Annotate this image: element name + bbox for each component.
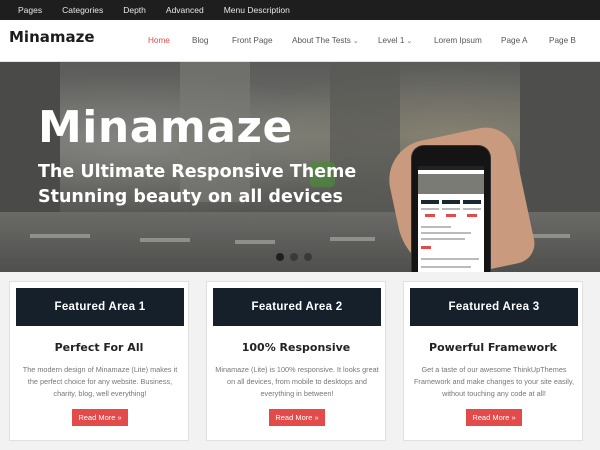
read-more-button[interactable]: Read More » xyxy=(466,409,522,426)
phone-screen-button xyxy=(467,214,477,217)
road-marking xyxy=(235,240,275,244)
top-menu-item-depth[interactable]: Depth xyxy=(123,5,146,15)
featured-card-heading: Featured Area 2 xyxy=(213,288,381,326)
road-marking xyxy=(330,237,375,241)
hero-subtitle-line-2: Stunning beauty on all devices xyxy=(38,187,343,207)
phone-screen-box xyxy=(463,200,481,204)
featured-card-text: Minamaze (Lite) is 100% responsive. It l… xyxy=(215,365,379,398)
nav-item-label: Front Page xyxy=(232,36,273,45)
slider-dot-1[interactable] xyxy=(276,253,284,261)
nav-item-about-the-tests[interactable]: About The Tests ⌄ xyxy=(292,36,359,45)
nav-item-blog[interactable]: Blog xyxy=(192,36,208,45)
featured-card-text: The modern design of Minamaze (Lite) mak… xyxy=(22,365,178,398)
nav-item-level-1[interactable]: Level 1 ⌄ xyxy=(378,36,412,45)
hero-subtitle-line-1: The Ultimate Responsive Theme xyxy=(38,162,357,182)
nav-item-label: About The Tests xyxy=(292,36,351,45)
chevron-down-icon: ⌄ xyxy=(352,38,359,45)
nav-item-home[interactable]: Home xyxy=(148,36,170,45)
phone-screen xyxy=(418,166,484,272)
nav-item-label: Page B xyxy=(549,36,576,45)
phone-screen-bar xyxy=(418,166,484,170)
featured-card-heading: Featured Area 3 xyxy=(410,288,578,326)
phone-screen-line xyxy=(463,208,481,210)
nav-item-page-a[interactable]: Page A xyxy=(501,36,527,45)
slider-dot-3[interactable] xyxy=(304,253,312,261)
phone-screen-line xyxy=(421,208,439,210)
nav-item-page-b[interactable]: Page B xyxy=(549,36,576,45)
featured-card-heading: Featured Area 1 xyxy=(16,288,184,326)
phone-screen-hero xyxy=(418,174,484,194)
phone-screen-box xyxy=(442,200,460,204)
featured-card-2: Featured Area 2 100% Responsive Minamaze… xyxy=(206,281,386,441)
nav-item-label: Home xyxy=(148,36,170,45)
phone-screen-line xyxy=(421,266,471,268)
featured-card-text: Get a taste of our awesome ThinkUpThemes… xyxy=(413,365,575,398)
top-menu-bar: Pages Categories Depth Advanced Menu Des… xyxy=(0,0,600,20)
phone-screen-button xyxy=(421,246,431,249)
nav-item-label: Lorem Ipsum xyxy=(434,36,482,45)
site-logo[interactable]: Minamaze xyxy=(9,28,95,46)
site-header: Minamaze Home Blog Front Page About The … xyxy=(0,20,600,62)
featured-card-title: Powerful Framework xyxy=(429,341,557,354)
phone-screen-line xyxy=(421,226,451,228)
road-marking xyxy=(140,238,190,242)
hero-slider[interactable]: Minamaze The Ultimate Responsive Theme S… xyxy=(0,62,600,272)
phone-screen-box xyxy=(421,200,439,204)
phone-screen-button xyxy=(425,214,435,217)
road-marking xyxy=(30,234,90,238)
top-menu-item-menu-description[interactable]: Menu Description xyxy=(224,5,290,15)
background-building xyxy=(520,62,600,212)
smartphone-image xyxy=(412,146,490,272)
featured-areas: Featured Area 1 Perfect For All The mode… xyxy=(0,272,600,450)
slider-pagination xyxy=(276,253,318,261)
nav-item-label: Level 1 xyxy=(378,36,405,45)
featured-card-title: 100% Responsive xyxy=(241,341,351,354)
featured-card-title: Perfect For All xyxy=(54,341,144,354)
top-menu-item-advanced[interactable]: Advanced xyxy=(166,5,204,15)
hero-subtitle: The Ultimate Responsive Theme Stunning b… xyxy=(38,160,356,210)
slider-dot-2[interactable] xyxy=(290,253,298,261)
phone-screen-line xyxy=(421,232,471,234)
phone-screen-button xyxy=(446,214,456,217)
featured-card-3: Featured Area 3 Powerful Framework Get a… xyxy=(403,281,583,441)
phone-screen-line xyxy=(442,208,460,210)
top-menu-item-pages[interactable]: Pages xyxy=(18,5,42,15)
phone-screen-line xyxy=(421,258,479,260)
hero-title: Minamaze xyxy=(38,102,293,153)
nav-item-label: Page A xyxy=(501,36,528,45)
phone-screen-line xyxy=(421,238,465,240)
featured-card-1: Featured Area 1 Perfect For All The mode… xyxy=(9,281,189,441)
nav-item-front-page[interactable]: Front Page xyxy=(232,36,273,45)
top-menu-item-categories[interactable]: Categories xyxy=(62,5,103,15)
chevron-down-icon: ⌄ xyxy=(406,38,413,45)
nav-item-label: Blog xyxy=(192,36,209,45)
read-more-button[interactable]: Read More » xyxy=(72,409,128,426)
read-more-button[interactable]: Read More » xyxy=(269,409,325,426)
nav-item-lorem-ipsum[interactable]: Lorem Ipsum xyxy=(434,36,482,45)
